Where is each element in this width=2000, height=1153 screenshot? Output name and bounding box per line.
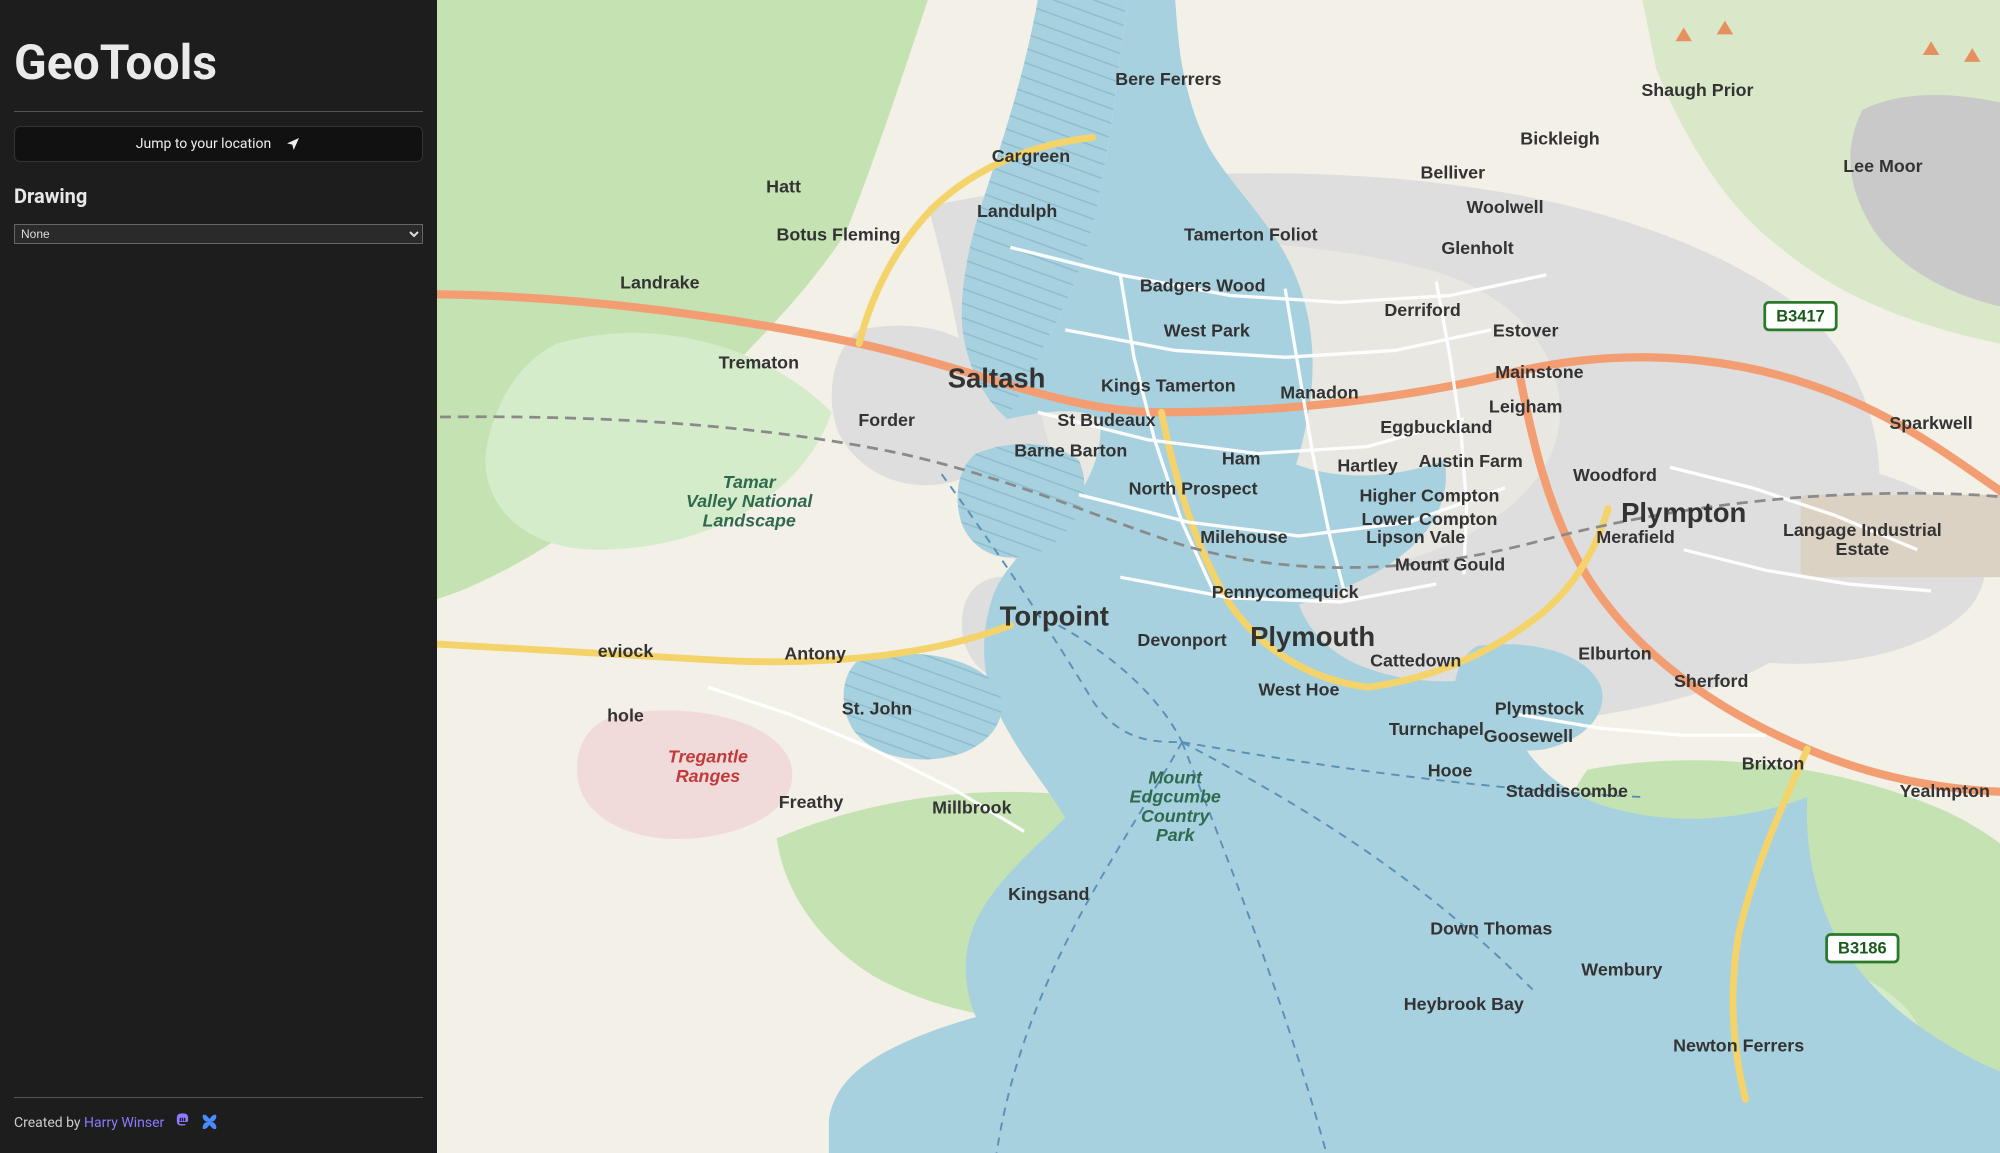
footer-divider <box>14 1097 423 1098</box>
svg-text:Austin Farm: Austin Farm <box>1419 451 1523 471</box>
footer: Created by Harry Winser <box>14 1112 423 1133</box>
jump-to-location-label: Jump to your location <box>136 136 271 152</box>
location-arrow-icon <box>285 136 301 152</box>
bluesky-link[interactable] <box>201 1112 218 1133</box>
svg-text:Plympton: Plympton <box>1621 497 1746 528</box>
svg-text:eviock: eviock <box>598 641 654 661</box>
svg-text:St Budeaux: St Budeaux <box>1057 410 1155 430</box>
svg-text:Estover: Estover <box>1493 321 1559 341</box>
svg-text:Leigham: Leigham <box>1489 396 1562 416</box>
svg-text:Badgers Wood: Badgers Wood <box>1140 275 1266 295</box>
svg-text:Cattedown: Cattedown <box>1370 651 1461 671</box>
svg-text:Barne Barton: Barne Barton <box>1014 440 1127 460</box>
bluesky-icon <box>201 1112 218 1129</box>
svg-text:Turnchapel: Turnchapel <box>1389 719 1484 739</box>
jump-to-location-button[interactable]: Jump to your location <box>14 126 423 162</box>
svg-text:Belliver: Belliver <box>1421 163 1486 183</box>
drawing-heading: Drawing <box>14 184 423 208</box>
svg-text:Ham: Ham <box>1222 448 1261 468</box>
svg-text:West Park: West Park <box>1164 321 1250 341</box>
mastodon-icon <box>174 1112 191 1129</box>
mastodon-link[interactable] <box>174 1112 191 1133</box>
svg-text:Heybrook Bay: Heybrook Bay <box>1404 994 1524 1014</box>
svg-text:Hatt: Hatt <box>766 176 801 196</box>
svg-text:Forder: Forder <box>858 410 915 430</box>
svg-text:Bickleigh: Bickleigh <box>1520 128 1599 148</box>
svg-text:Cargreen: Cargreen <box>992 146 1070 166</box>
svg-text:TregantleRanges: TregantleRanges <box>668 747 748 786</box>
drawing-select[interactable]: None <box>14 224 423 244</box>
svg-text:Brixton: Brixton <box>1742 754 1805 774</box>
svg-text:Saltash: Saltash <box>948 363 1046 394</box>
svg-text:Landrake: Landrake <box>620 273 699 293</box>
svg-text:Lee Moor: Lee Moor <box>1843 156 1922 176</box>
svg-text:Yealmpton: Yealmpton <box>1900 781 1990 801</box>
svg-text:Sparkwell: Sparkwell <box>1889 413 1972 433</box>
svg-text:Staddiscombe: Staddiscombe <box>1506 781 1628 801</box>
author-link[interactable]: Harry Winser <box>84 1115 164 1131</box>
svg-text:Kingsand: Kingsand <box>1008 884 1089 904</box>
svg-text:Mount Gould: Mount Gould <box>1395 554 1505 574</box>
svg-text:Glenholt: Glenholt <box>1441 238 1513 258</box>
app-title: GeoTools <box>14 34 423 91</box>
svg-text:North Prospect: North Prospect <box>1129 479 1258 499</box>
svg-text:West Hoe: West Hoe <box>1258 679 1339 699</box>
svg-text:Shaugh Prior: Shaugh Prior <box>1641 80 1753 100</box>
svg-text:Antony: Antony <box>784 644 846 664</box>
divider <box>14 111 423 112</box>
svg-text:Landulph: Landulph <box>977 201 1057 221</box>
svg-text:Woodford: Woodford <box>1573 465 1657 485</box>
svg-text:B3186: B3186 <box>1838 940 1887 958</box>
svg-text:Higher Compton: Higher Compton <box>1360 486 1500 506</box>
svg-text:Plymouth: Plymouth <box>1250 621 1375 652</box>
svg-text:Manadon: Manadon <box>1280 383 1358 403</box>
svg-text:Torpoint: Torpoint <box>1000 600 1109 631</box>
svg-text:Botus Fleming: Botus Fleming <box>777 224 901 244</box>
sidebar: GeoTools Jump to your location Drawing N… <box>0 0 437 1153</box>
svg-text:Newton Ferrers: Newton Ferrers <box>1673 1035 1804 1055</box>
svg-text:Woolwell: Woolwell <box>1467 197 1544 217</box>
map-svg: B3417 B3186 Plymouth Plympton Saltash Torpoi… <box>437 0 2000 1153</box>
svg-text:St. John: St. John <box>842 699 912 719</box>
svg-text:Plymstock: Plymstock <box>1495 699 1584 719</box>
svg-text:Derriford: Derriford <box>1384 300 1460 320</box>
svg-text:hole: hole <box>607 705 644 725</box>
svg-text:Trematon: Trematon <box>719 352 799 372</box>
svg-text:Hooe: Hooe <box>1428 760 1473 780</box>
svg-text:Kings Tamerton: Kings Tamerton <box>1101 376 1236 396</box>
svg-text:Milehouse: Milehouse <box>1200 527 1287 547</box>
svg-text:Eggbuckland: Eggbuckland <box>1380 417 1492 437</box>
svg-text:Millbrook: Millbrook <box>932 798 1011 818</box>
svg-text:Goosewell: Goosewell <box>1484 726 1573 746</box>
svg-text:Tamerton Foliot: Tamerton Foliot <box>1184 224 1318 244</box>
svg-text:B3417: B3417 <box>1776 308 1825 326</box>
credit-prefix: Created by <box>14 1115 84 1131</box>
svg-text:Sherford: Sherford <box>1674 671 1748 691</box>
svg-text:Freathy: Freathy <box>779 792 844 812</box>
map-canvas[interactable]: B3417 B3186 Plymouth Plympton Saltash Torpoi… <box>437 0 2000 1153</box>
svg-text:Merafield: Merafield <box>1596 527 1674 547</box>
svg-text:Hartley: Hartley <box>1337 455 1398 475</box>
svg-text:Lipson Vale: Lipson Vale <box>1366 527 1465 547</box>
svg-text:Pennycomequick: Pennycomequick <box>1212 582 1359 602</box>
svg-text:Bere Ferrers: Bere Ferrers <box>1115 69 1221 89</box>
svg-text:Elburton: Elburton <box>1578 644 1651 664</box>
svg-text:Wembury: Wembury <box>1581 960 1662 980</box>
svg-text:Mainstone: Mainstone <box>1495 362 1583 382</box>
svg-text:Devonport: Devonport <box>1137 630 1226 650</box>
svg-text:Down Thomas: Down Thomas <box>1430 918 1552 938</box>
